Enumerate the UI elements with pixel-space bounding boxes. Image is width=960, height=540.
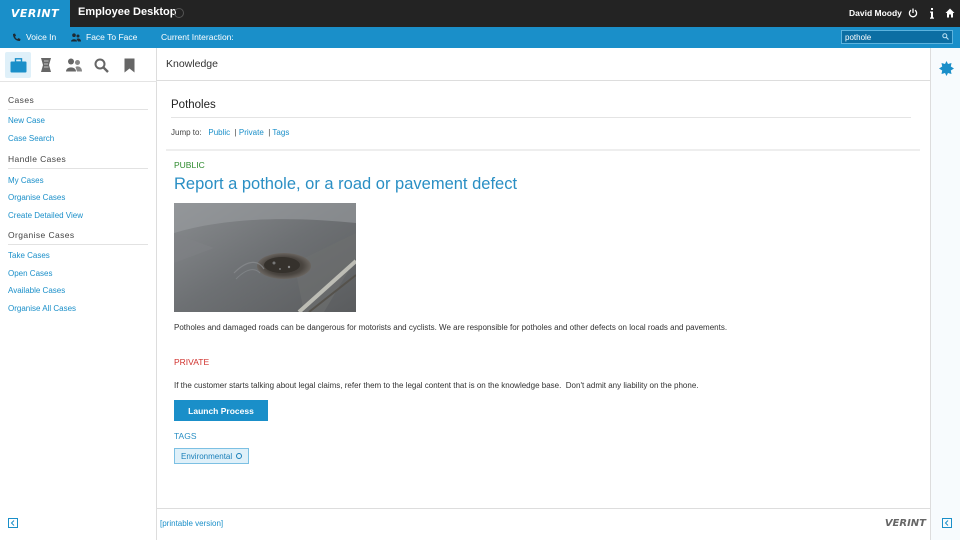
public-label: PUBLIC (174, 160, 205, 170)
sidebar-tabs (0, 48, 157, 82)
app-title: Employee Desktop (78, 6, 177, 18)
section-title-cases: Cases (8, 95, 148, 110)
tags-label: TAGS (174, 431, 197, 441)
sidebar-link-my-cases[interactable]: My Cases (8, 176, 44, 185)
user-name[interactable]: David Moody (849, 8, 902, 18)
status-circle-icon (174, 8, 184, 18)
starburst-icon[interactable] (939, 61, 954, 76)
sidebar-link-create-detailed-view[interactable]: Create Detailed View (8, 211, 83, 220)
search-box (841, 30, 953, 44)
interaction-bar: Voice In Face To Face Current Interactio… (0, 27, 960, 48)
top-bar: VERINT Employee Desktop David Moody (0, 0, 960, 27)
footer: [printable version] VERINT (157, 508, 930, 540)
tag-environmental[interactable]: Environmental (174, 448, 250, 464)
sidebar-link-available-cases[interactable]: Available Cases (8, 286, 65, 295)
sidebar-link-new-case[interactable]: New Case (8, 116, 45, 125)
section-title-organise-cases: Organise Cases (8, 230, 148, 245)
people-icon (66, 58, 82, 72)
sidebar-link-take-cases[interactable]: Take Cases (8, 251, 50, 260)
chevron-left-icon (10, 520, 15, 526)
pothole-photo (174, 203, 356, 312)
jump-link-private[interactable]: Private (239, 128, 264, 137)
phone-icon (12, 33, 21, 41)
sidebar-link-case-search[interactable]: Case Search (8, 134, 54, 143)
printable-version-link[interactable]: [printable version] (160, 519, 223, 528)
page-title: Potholes (171, 99, 216, 111)
sidebar-link-open-cases[interactable]: Open Cases (8, 269, 52, 278)
tab-cases[interactable] (5, 52, 31, 78)
tag-label: Environmental (181, 451, 233, 461)
main-header: Knowledge (157, 48, 930, 81)
launch-process-button[interactable]: Launch Process (174, 400, 268, 421)
sidebar-link-organise-cases[interactable]: Organise Cases (8, 193, 65, 202)
private-note: If the customer starts talking about leg… (174, 381, 699, 390)
article-description: Potholes and damaged roads can be danger… (174, 323, 728, 332)
chevron-left-icon (944, 520, 949, 526)
search-input[interactable] (842, 32, 938, 42)
tab-search[interactable] (88, 52, 114, 78)
jump-link-tags[interactable]: Tags (272, 128, 289, 137)
search-icon (94, 58, 109, 73)
jump-to-nav: Jump to: Public | Private | Tags (171, 128, 290, 137)
power-icon[interactable] (906, 5, 920, 21)
article-title-link[interactable]: Report a pothole, or a road or pavement … (174, 175, 517, 194)
bookmark-icon (124, 58, 134, 72)
tab-people[interactable] (61, 52, 87, 78)
current-interaction-label: Current Interaction: (161, 32, 234, 42)
voice-in-button[interactable]: Voice In (12, 32, 56, 42)
tab-scripts[interactable] (33, 52, 59, 78)
sidebar: Cases New Case Case Search Handle Cases … (0, 48, 157, 540)
scroll-icon (41, 58, 51, 72)
main-header-title: Knowledge (166, 58, 218, 70)
right-rail (930, 48, 960, 540)
sidebar-link-organise-all-cases[interactable]: Organise All Cases (8, 304, 76, 313)
tag-circle-icon (236, 453, 243, 459)
verint-logo: VERINT (0, 0, 70, 27)
info-icon[interactable] (925, 5, 939, 21)
people-icon (71, 32, 81, 41)
briefcase-icon (10, 57, 26, 72)
divider (166, 149, 920, 151)
face-to-face-button[interactable]: Face To Face (71, 32, 137, 42)
collapse-right-button[interactable] (942, 518, 952, 528)
tab-bookmarks[interactable] (116, 52, 142, 78)
divider (171, 117, 911, 118)
verint-footer-logo: VERINT (884, 518, 926, 529)
section-title-handle-cases: Handle Cases (8, 154, 148, 169)
search-icon[interactable] (942, 33, 949, 40)
collapse-left-button[interactable] (8, 518, 18, 528)
jump-link-public[interactable]: Public (208, 128, 230, 137)
home-icon[interactable] (943, 5, 957, 21)
private-label: PRIVATE (174, 357, 210, 367)
